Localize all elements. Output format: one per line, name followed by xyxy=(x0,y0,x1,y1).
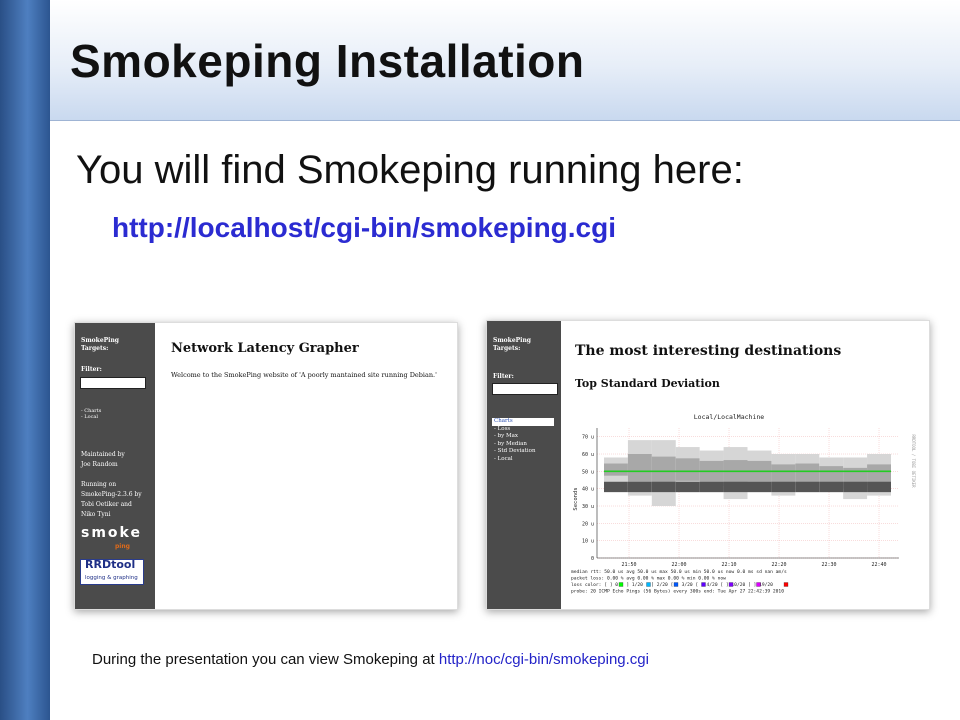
running-version: SmokePing-2.3.6 by xyxy=(81,491,142,498)
graph-smoke-band-mid xyxy=(627,454,652,482)
graph-smoke-band-core xyxy=(819,481,844,493)
page-subheading: Top Standard Deviation xyxy=(575,377,720,390)
slide-title: Smokeping Installation xyxy=(70,35,585,87)
filter-input[interactable] xyxy=(80,377,146,389)
graph-y-tick-label: 10 u xyxy=(582,539,594,545)
graph-y-tick-label: 50 u xyxy=(582,469,594,475)
graph-y-axis-label: Seconds xyxy=(573,487,579,510)
sidebar-item-std-deviation[interactable]: - Std Deviation xyxy=(492,448,554,456)
sidebar-item-by-median[interactable]: - by Median xyxy=(492,441,554,449)
graph-smoke-band-core xyxy=(723,481,748,493)
rrdtool-logo-subtitle: logging & graphing xyxy=(85,575,138,581)
graph-y-tick-label: 60 u xyxy=(582,452,594,458)
noc-smokeping-link[interactable]: http://noc/cgi-bin/smokeping.cgi xyxy=(439,651,649,668)
filter-label: Filter: xyxy=(493,373,514,380)
sidebar-item-by-max[interactable]: - by Max xyxy=(492,433,554,441)
graph-loss-color-swatch xyxy=(756,582,761,587)
graph-loss-color-swatch xyxy=(618,582,624,587)
maintained-label: Maintained by xyxy=(81,451,125,458)
graph-smoke-band-mid xyxy=(819,466,844,484)
graph-smoke-band-core xyxy=(843,481,868,493)
graph-title: Local/LocalMachine xyxy=(694,413,765,421)
running-author-2: Niko Tyni xyxy=(81,511,111,518)
sidebar-heading: SmokePing xyxy=(81,337,120,344)
graph-x-tick-label: 22:30 xyxy=(821,562,836,568)
graph-y-tick-label: 70 u xyxy=(582,435,594,441)
graph-smoke-band-mid xyxy=(675,458,700,481)
left-accent-bar xyxy=(0,0,50,720)
graph-smoke-band-core xyxy=(651,481,676,493)
graph-smoke-band-core xyxy=(795,481,820,493)
graph-y-tick-label: 30 u xyxy=(582,504,594,510)
graph-loss-color-swatch xyxy=(783,582,789,587)
graph-smoke-band-core xyxy=(604,481,628,493)
sidebar-heading: SmokePing xyxy=(493,337,532,344)
graph-x-tick-label: 22:10 xyxy=(721,562,736,568)
sidebar-heading-targets: Targets: xyxy=(493,345,521,352)
slide-subtitle: You will find Smokeping running here: xyxy=(76,148,744,192)
graph-smoke-band-mid xyxy=(604,463,628,476)
smokeping-logo-ping: ping xyxy=(115,543,130,550)
running-on-label: Running on xyxy=(81,481,117,488)
graph-legend-line: packet loss: 0.00 % avg 0.00 % max 0.00 … xyxy=(571,576,726,582)
latency-graph: Local/LocalMachine Seconds RRDTOOL / TOB… xyxy=(571,413,916,595)
graph-x-tick-label: 21:50 xyxy=(621,562,636,568)
graph-loss-color-swatch xyxy=(728,582,734,587)
screenshot-network-latency-grapher: SmokePing Targets: Filter: - Charts - Lo… xyxy=(74,322,458,610)
graph-y-tick-label: 40 u xyxy=(582,487,594,493)
graph-loss-color-swatch xyxy=(646,582,651,587)
footer-note: During the presentation you can view Smo… xyxy=(92,651,649,668)
filter-input[interactable] xyxy=(492,383,558,395)
smokeping-sidebar: SmokePing Targets: Filter: - Charts - Lo… xyxy=(75,323,155,609)
welcome-text: Welcome to the SmokePing website of 'A p… xyxy=(171,371,437,379)
smokeping-url-link[interactable]: http://localhost/cgi-bin/smokeping.cgi xyxy=(112,212,616,244)
sidebar-heading-targets: Targets: xyxy=(81,345,109,352)
graph-x-tick-label: 22:00 xyxy=(671,562,686,568)
maintainer-name: Joe Random xyxy=(81,461,118,468)
sidebar-item-local[interactable]: - Local xyxy=(492,456,554,464)
footer-text: During the presentation you can view Smo… xyxy=(92,651,439,668)
graph-x-tick-label: 22:20 xyxy=(771,562,786,568)
graph-legend-line: loss color: [ ] 0 [ ] 1/20 [ ] 2/20 [ ] … xyxy=(571,582,773,588)
sidebar-item-loss[interactable]: - Loss xyxy=(492,426,554,434)
page-heading: Network Latency Grapher xyxy=(171,341,359,356)
filter-label: Filter: xyxy=(81,366,102,373)
graph-smoke-band-core xyxy=(747,481,772,493)
graph-smoke-band-core xyxy=(627,481,652,493)
running-author-1: Tobi Oetiker and xyxy=(81,501,132,508)
graph-legend-line: median rtt: 50.0 us avg 50.0 us max 50.0… xyxy=(571,569,787,575)
graph-x-tick-label: 22:40 xyxy=(871,562,886,568)
graph-smoke-band-core xyxy=(771,481,796,493)
graph-loss-color-swatch xyxy=(701,582,706,587)
graph-y-tick-label: 0 xyxy=(591,556,594,562)
sidebar-item-local[interactable]: - Local xyxy=(81,413,98,421)
sidebar-nav: Charts - Loss - by Max - by Median - Std… xyxy=(492,418,554,463)
page-heading: The most interesting destinations xyxy=(575,343,842,359)
smokeping-logo: smoke xyxy=(81,525,142,541)
rrdtool-logo: RRDtool logging & graphing xyxy=(80,559,144,585)
sidebar-item-charts[interactable]: Charts xyxy=(492,418,554,426)
graph-legend: median rtt: 50.0 us avg 50.0 us max 50.0… xyxy=(571,569,789,595)
graph-smoke-band-mid xyxy=(795,463,820,483)
graph-y-tick-label: 20 u xyxy=(582,521,594,527)
smokeping-sidebar: SmokePing Targets: Filter: Charts - Loss… xyxy=(487,321,561,609)
graph-smoke-band-core xyxy=(675,481,700,493)
graph-legend-line: probe: 20 ICMP Echo Pings (56 Bytes) eve… xyxy=(571,589,784,595)
graph-loss-color-swatch xyxy=(673,582,679,587)
rrdtool-logo-title: RRDtool xyxy=(85,558,136,571)
graph-smoke-band-core xyxy=(699,481,724,493)
graph-smoke-band-core xyxy=(867,481,891,493)
screenshot-interesting-destinations: SmokePing Targets: Filter: Charts - Loss… xyxy=(486,320,930,610)
graph-side-label: RRDTOOL / TOBI OETIKER xyxy=(911,435,916,489)
